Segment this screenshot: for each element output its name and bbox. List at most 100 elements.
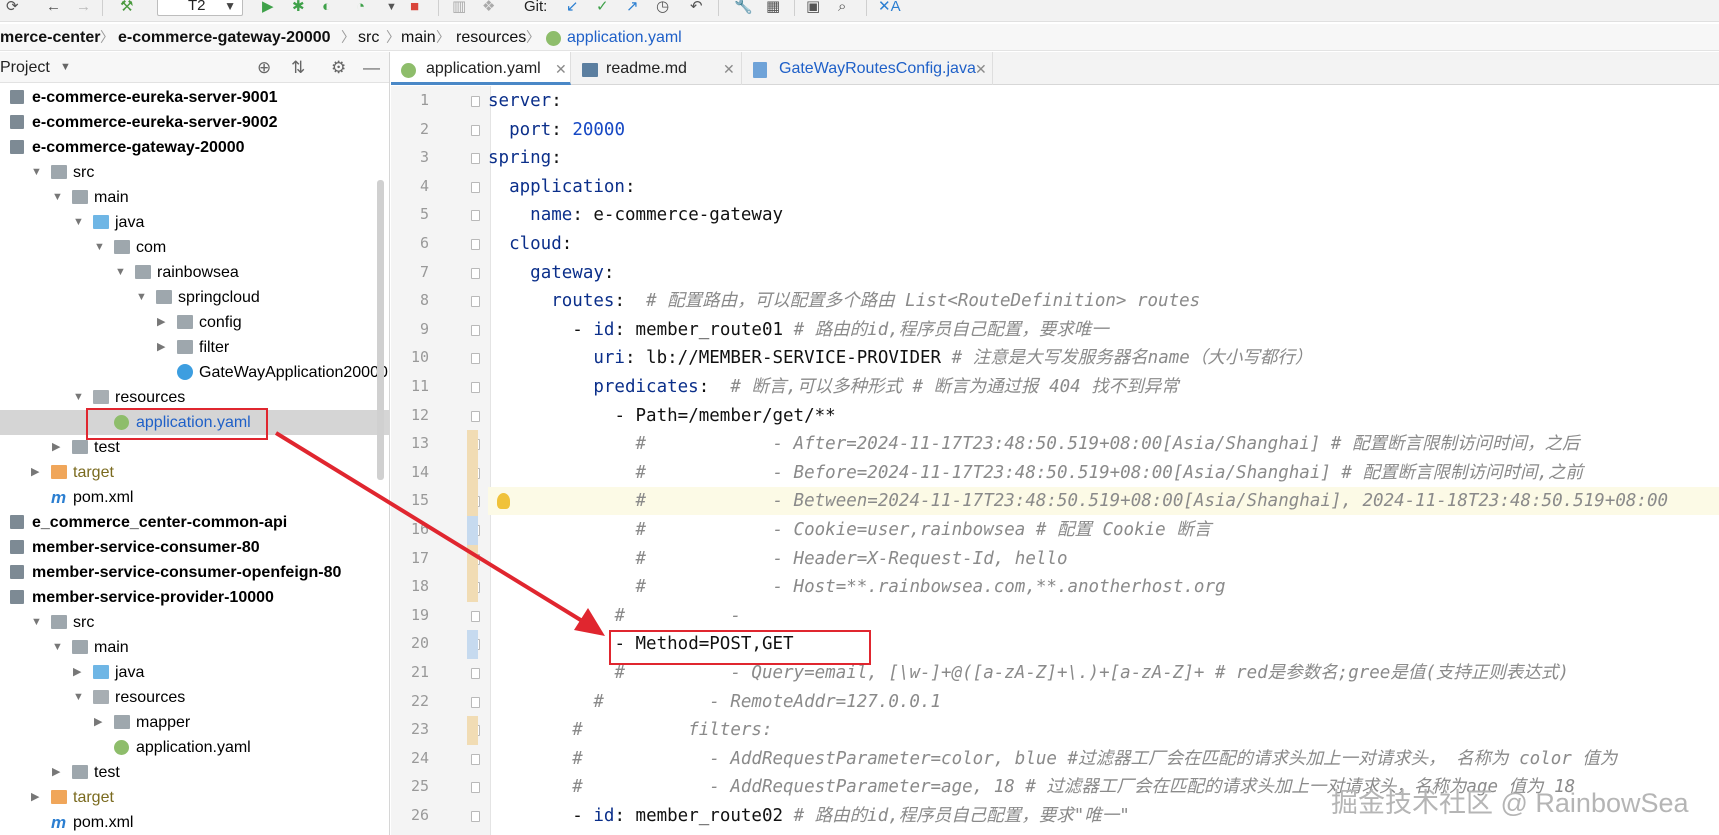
chevron-right-icon[interactable]: ▶	[52, 760, 60, 785]
breadcrumb-item[interactable]: src	[358, 24, 379, 50]
chevron-right-icon[interactable]: ▶	[94, 710, 102, 735]
vcs-change-marker[interactable]	[467, 630, 478, 659]
fold-marker-icon[interactable]	[471, 153, 480, 165]
tree-item-member-service-provider-10000[interactable]: member-service-provider-10000	[0, 585, 389, 610]
fold-marker-icon[interactable]	[471, 811, 480, 822]
chevron-down-icon[interactable]: ▼	[52, 635, 63, 660]
fold-marker-icon[interactable]	[471, 324, 480, 336]
fold-marker-icon[interactable]	[471, 753, 480, 765]
chevron-down-icon[interactable]: ▼	[115, 260, 126, 285]
tree-item-main[interactable]: ▼ main	[0, 185, 389, 210]
tree-item-e-commerce-center-common-api[interactable]: e_commerce_center-common-api	[0, 510, 389, 535]
fold-marker-icon[interactable]	[471, 353, 480, 365]
project-view-selector[interactable]: Project	[0, 59, 50, 77]
fold-marker-icon[interactable]	[471, 181, 480, 193]
tree-item-rainbowsea[interactable]: ▼ rainbowsea	[0, 260, 389, 285]
tab-gatewayroutesconfig-java[interactable]: GateWayRoutesConfig.java ✕	[743, 52, 993, 85]
tree-item-gatewayapplication20000[interactable]: GateWayApplication20000	[0, 360, 389, 385]
sync-icon[interactable]: ⟳	[6, 0, 19, 14]
crosshair-icon[interactable]: ⊕	[257, 58, 271, 78]
run-icon[interactable]: ▶	[262, 0, 274, 14]
chevron-down-icon[interactable]: ▼	[136, 285, 147, 310]
debug-icon[interactable]: ✱	[292, 0, 305, 14]
translate-icon[interactable]: ✕A	[878, 0, 901, 14]
chevron-right-icon[interactable]: ▶	[31, 460, 39, 485]
tree-item-com[interactable]: ▼ com	[0, 235, 389, 260]
tree-item-java[interactable]: ▶ java	[0, 660, 389, 685]
tree-item-pom-xml[interactable]: m pom.xml	[0, 485, 389, 510]
breadcrumb-item[interactable]: application.yaml	[567, 24, 682, 50]
hammer-icon[interactable]: ⚒	[120, 0, 133, 14]
lightbulb-icon[interactable]	[497, 493, 510, 509]
fold-marker-icon[interactable]	[471, 267, 480, 279]
search-icon[interactable]: ⌕	[838, 0, 846, 14]
tree-item-pom-xml[interactable]: m pom.xml	[0, 810, 389, 835]
close-icon[interactable]: ✕	[555, 52, 567, 86]
terminal-icon[interactable]: ▣	[806, 0, 820, 14]
tree-item-target[interactable]: ▶ target	[0, 785, 389, 810]
chevron-right-icon[interactable]: ▶	[52, 435, 60, 460]
chevron-down-icon[interactable]: ▼	[386, 0, 397, 14]
tree-item-e-commerce-eureka-server-9001[interactable]: e-commerce-eureka-server-9001	[0, 85, 389, 110]
tree-item-src[interactable]: ▼ src	[0, 610, 389, 635]
fold-marker-icon[interactable]	[471, 239, 480, 250]
stop-icon[interactable]: ■	[410, 0, 419, 14]
fold-marker-icon[interactable]	[471, 96, 480, 107]
fold-marker-icon[interactable]	[471, 610, 480, 622]
breadcrumb-item[interactable]: e-commerce-gateway-20000	[118, 24, 331, 50]
breadcrumb-item[interactable]: resources	[456, 24, 526, 50]
breadcrumb-item[interactable]: main	[401, 24, 436, 50]
code-editor[interactable]: 1 2 3 4 5 6 7 8 9 10 11 12 13 14 15 16 17 18 19 20 21 22 23 24 2…	[391, 86, 1719, 835]
tree-item-java[interactable]: ▼ java	[0, 210, 389, 235]
coverage-icon[interactable]: ◐	[322, 0, 331, 14]
chevron-down-icon[interactable]: ▼	[52, 185, 63, 210]
chevron-right-icon[interactable]: ▶	[31, 785, 39, 810]
tree-item-resources[interactable]: ▼ resources	[0, 685, 389, 710]
fold-marker-icon[interactable]	[471, 668, 480, 679]
tree-item-src[interactable]: ▼ src	[0, 160, 389, 185]
chevron-down-icon[interactable]: ▼	[73, 210, 84, 235]
tree-item-member-service-consumer-openfeign-80[interactable]: member-service-consumer-openfeign-80	[0, 560, 389, 585]
history-icon[interactable]: ◷	[656, 0, 669, 14]
run-configuration-select[interactable]: T2 ▼	[157, 0, 243, 16]
vcs-change-marker[interactable]	[467, 516, 478, 545]
fold-marker-icon[interactable]	[471, 382, 480, 393]
tree-item-filter[interactable]: ▶ filter	[0, 335, 389, 360]
chevron-down-icon[interactable]: ▼	[73, 685, 84, 710]
chevron-down-icon[interactable]: ▼	[73, 385, 84, 410]
fold-marker-icon[interactable]	[471, 782, 480, 794]
build-artifact-icon[interactable]: ▥	[452, 0, 466, 14]
tree-item-config[interactable]: ▶ config	[0, 310, 389, 335]
fold-marker-icon[interactable]	[471, 124, 480, 136]
tree-item-springcloud[interactable]: ▼ springcloud	[0, 285, 389, 310]
tree-item-main[interactable]: ▼ main	[0, 635, 389, 660]
git-commit-icon[interactable]: ✓	[596, 0, 609, 14]
chevron-down-icon[interactable]: ▼	[60, 61, 71, 73]
tree-item-test[interactable]: ▶ test	[0, 760, 389, 785]
rollback-icon[interactable]: ↶	[690, 0, 703, 14]
tree-item-resources[interactable]: ▼ resources	[0, 385, 389, 410]
git-push-icon[interactable]: ↗	[626, 0, 639, 14]
chevron-right-icon[interactable]: ▶	[73, 660, 81, 685]
deploy-icon[interactable]: ❖	[482, 0, 495, 14]
close-icon[interactable]: ✕	[723, 52, 735, 86]
tree-item-mapper[interactable]: ▶ mapper	[0, 710, 389, 735]
chevron-down-icon[interactable]: ▼	[31, 610, 42, 635]
fold-marker-icon[interactable]	[471, 696, 480, 708]
settings-icon[interactable]: 🔧	[734, 0, 753, 14]
chevron-right-icon[interactable]: ▶	[157, 310, 165, 335]
profile-icon[interactable]: ◔	[356, 0, 365, 14]
chevron-down-icon[interactable]: ▼	[94, 235, 105, 260]
vcs-change-marker[interactable]	[467, 716, 478, 745]
tree-item-e-commerce-gateway-20000[interactable]: e-commerce-gateway-20000	[0, 135, 389, 160]
hide-icon[interactable]: —	[363, 58, 380, 78]
project-structure-icon[interactable]: ▦	[766, 0, 780, 14]
fold-marker-icon[interactable]	[471, 296, 480, 308]
forward-icon[interactable]: →	[76, 0, 91, 14]
collapse-all-icon[interactable]: ⇅	[291, 58, 305, 78]
gear-icon[interactable]: ⚙	[331, 58, 346, 78]
tab-application-yaml[interactable]: application.yaml ✕	[391, 52, 571, 85]
tree-item-e-commerce-eureka-server-9002[interactable]: e-commerce-eureka-server-9002	[0, 110, 389, 135]
tree-item-member-service-consumer-80[interactable]: member-service-consumer-80	[0, 535, 389, 560]
tree-item-application-yaml[interactable]: application.yaml	[0, 735, 389, 760]
